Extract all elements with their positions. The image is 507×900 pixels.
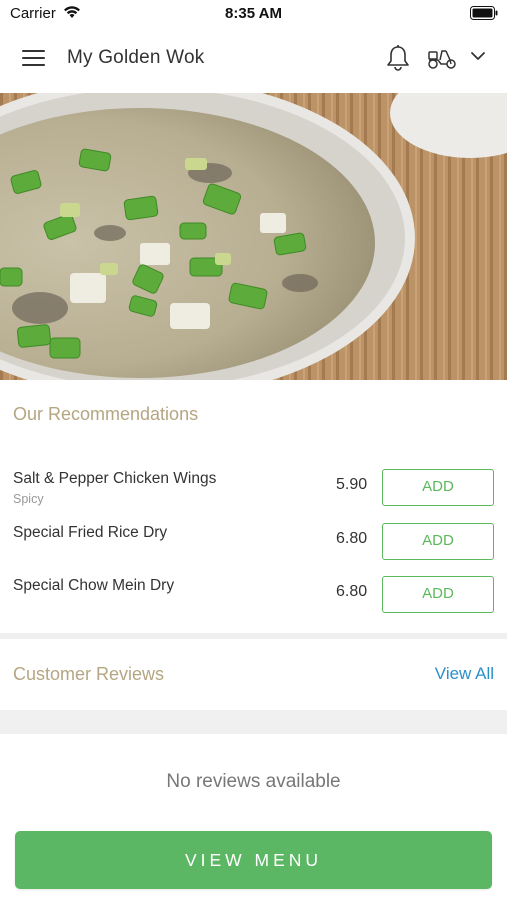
status-bar: Carrier 8:35 AM — [0, 0, 507, 26]
battery-icon — [470, 6, 498, 20]
view-all-link[interactable]: View All — [435, 664, 494, 684]
item-price: 6.80 — [336, 530, 368, 547]
reviews-title: Customer Reviews — [13, 664, 165, 684]
no-reviews-message: No reviews available — [166, 771, 341, 792]
bell-icon[interactable] — [385, 44, 411, 72]
menu-icon[interactable] — [22, 50, 45, 68]
view-menu-button[interactable]: VIEW MENU — [15, 831, 492, 889]
add-button[interactable]: ADD — [382, 523, 494, 560]
item-subtitle: Spicy — [13, 492, 44, 506]
add-button[interactable]: ADD — [382, 469, 494, 506]
list-item: Special Fried Rice Dry 6.80 ADD — [0, 523, 507, 572]
app-title: My Golden Wok — [67, 47, 205, 68]
app-header: My Golden Wok — [0, 26, 507, 93]
item-price: 6.80 — [336, 583, 368, 600]
chevron-down-icon[interactable] — [470, 51, 486, 61]
recommendations-title: Our Recommendations — [13, 404, 199, 424]
item-name: Special Chow Mein Dry — [13, 577, 175, 594]
section-divider — [0, 710, 507, 734]
add-button[interactable]: ADD — [382, 576, 494, 613]
item-name: Special Fried Rice Dry — [13, 524, 168, 541]
section-divider — [0, 633, 507, 639]
item-name: Salt & Pepper Chicken Wings — [13, 470, 217, 487]
list-item: Special Chow Mein Dry 6.80 ADD — [0, 576, 507, 625]
soup-photo — [0, 93, 507, 380]
status-time: 8:35 AM — [225, 5, 282, 22]
list-item: Salt & Pepper Chicken Wings Spicy 5.90 A… — [0, 469, 507, 518]
hero-image — [0, 93, 507, 380]
item-price: 5.90 — [336, 476, 368, 493]
scooter-icon[interactable] — [426, 45, 458, 71]
